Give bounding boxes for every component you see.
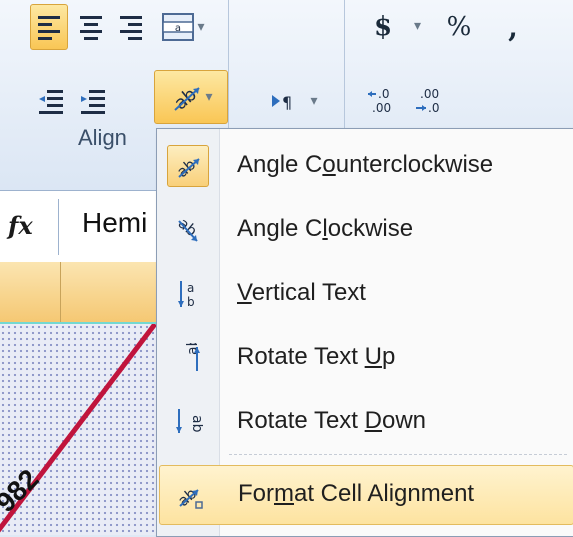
formula-bar-divider — [58, 199, 59, 255]
orientation-button[interactable]: ab ▾ — [154, 70, 228, 124]
text-direction-icon: ¶ — [272, 93, 293, 112]
menu-item-angle-counterclockwise[interactable]: ab Angle Counterclockwise — [159, 137, 572, 195]
menu-item-rotate-text-down[interactable]: ab Rotate Text Down — [159, 393, 572, 451]
svg-text:¶: ¶ — [282, 93, 292, 112]
menu-item-rotate-text-up[interactable]: ab Rotate Text Up — [159, 329, 572, 387]
svg-text:.0: .0 — [428, 101, 439, 115]
menu-item-angle-clockwise[interactable]: ab Angle Clockwise — [159, 201, 572, 259]
svg-text:ab: ab — [185, 343, 201, 355]
text-orientation-icon: ab — [171, 84, 202, 114]
formula-input[interactable]: Hemi — [82, 207, 147, 239]
increase-decimal-icon: .0 .00 — [368, 87, 391, 115]
svg-text:ab: ab — [189, 415, 203, 433]
menu-item-vertical-text[interactable]: a b Vertical Text — [159, 265, 572, 323]
chevron-down-icon[interactable]: ▾ — [414, 18, 421, 34]
menu-item-label: Angle Clockwise — [237, 215, 414, 242]
accounting-format-button[interactable]: $ — [362, 4, 404, 50]
menu-separator — [229, 454, 567, 455]
comma-label: , — [508, 10, 518, 44]
column-divider[interactable] — [60, 262, 61, 322]
svg-text:ab: ab — [173, 155, 199, 181]
angle-counterclockwise-icon: ab — [167, 145, 209, 187]
increase-indent-button[interactable] — [72, 80, 114, 122]
svg-text:a: a — [187, 281, 194, 295]
align-center-icon — [80, 16, 102, 40]
align-right-icon — [120, 16, 142, 40]
format-cell-alignment-icon: ab — [168, 474, 210, 516]
svg-text:a: a — [175, 23, 181, 34]
svg-text:.00: .00 — [372, 101, 391, 115]
menu-item-label: Rotate Text Down — [237, 407, 427, 434]
increase-indent-icon — [81, 90, 105, 114]
align-left-button[interactable] — [30, 4, 68, 50]
merge-cells-icon: a — [162, 13, 195, 41]
menu-item-label: Format Cell Alignment — [238, 480, 475, 507]
svg-text:.0: .0 — [378, 87, 389, 101]
center-button[interactable] — [72, 4, 110, 50]
align-left-icon — [38, 16, 60, 40]
chevron-down-icon: ▾ — [205, 89, 213, 105]
merge-center-button[interactable]: a ▾ — [154, 4, 212, 50]
percent-style-button[interactable]: % — [438, 4, 480, 50]
menu-item-label: Angle Counterclockwise — [237, 151, 494, 178]
currency-label: $ — [373, 12, 393, 42]
svg-text:ab: ab — [175, 215, 201, 240]
orientation-menu: ab Angle Counterclockwise ab Angle Clock… — [156, 128, 573, 537]
svg-text:b: b — [187, 295, 195, 309]
menu-item-format-cell-alignment[interactable]: ab Format Cell Alignment — [159, 465, 573, 525]
increase-decimal-button[interactable]: .0 .00 — [362, 78, 404, 124]
chevron-down-icon: ▾ — [310, 93, 318, 109]
decrease-indent-icon — [39, 90, 63, 114]
decrease-indent-button[interactable] — [30, 80, 72, 122]
align-right-button[interactable] — [112, 4, 150, 50]
rotate-text-up-icon: ab — [167, 337, 209, 379]
percent-label: % — [446, 12, 472, 42]
chevron-down-icon: ▾ — [197, 19, 205, 35]
text-direction-button[interactable]: ¶ ▾ — [258, 80, 330, 122]
alignment-group-label: Align — [78, 125, 127, 150]
angle-clockwise-icon: ab — [167, 209, 209, 251]
vertical-text-icon: a b — [167, 273, 209, 315]
comma-style-button[interactable]: , — [494, 4, 532, 50]
rotate-text-down-icon: ab — [167, 401, 209, 443]
insert-function-button[interactable]: fx — [8, 211, 33, 240]
decrease-decimal-button[interactable]: .00 .0 — [410, 78, 452, 124]
decrease-decimal-icon: .00 .0 — [416, 87, 439, 115]
menu-item-label: Vertical Text — [237, 279, 366, 306]
menu-item-label: Rotate Text Up — [237, 343, 396, 370]
svg-text:.00: .00 — [420, 87, 439, 101]
